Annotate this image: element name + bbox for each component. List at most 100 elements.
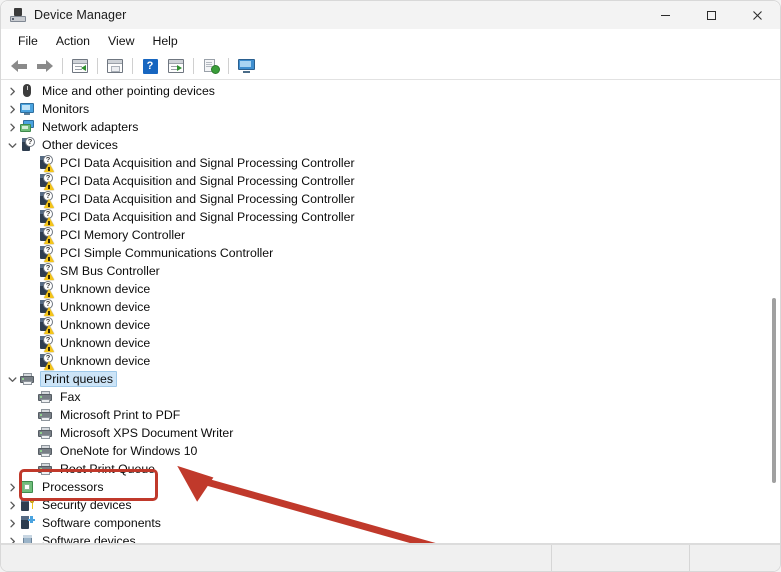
properties-button[interactable]: [102, 55, 128, 77]
tree-indent: [1, 141, 19, 150]
tree-item-label: PCI Data Acquisition and Signal Processi…: [60, 174, 355, 188]
console-tree-icon: [72, 59, 88, 73]
toolbar-separator: [97, 58, 98, 74]
status-pane-2: [552, 545, 690, 571]
tree-indent: [1, 375, 19, 384]
tree-item-software-components[interactable]: Software components: [1, 514, 780, 532]
tree-item-label: Microsoft Print to PDF: [60, 408, 181, 422]
tree-item-label: SM Bus Controller: [60, 264, 160, 278]
tree-indent: [1, 483, 19, 492]
chevron-right-icon[interactable]: [5, 483, 19, 492]
tree-item-unknown-device-4[interactable]: ? Unknown device: [1, 334, 780, 352]
mouse-icon: [19, 83, 35, 99]
menu-help[interactable]: Help: [143, 31, 186, 51]
tree-indent: [1, 87, 19, 96]
minimize-button[interactable]: [642, 1, 688, 29]
tree-item-label: Unknown device: [60, 336, 151, 350]
tree-indent: [1, 537, 19, 543]
tree-item-pci-data-acquisition-4[interactable]: ? PCI Data Acquisition and Signal Process…: [1, 208, 780, 226]
chevron-right-icon[interactable]: [5, 537, 19, 543]
unknown-device-warning-icon: ?: [37, 335, 54, 352]
toolbar-separator: [228, 58, 229, 74]
tree-item-pci-data-acquisition-3[interactable]: ? PCI Data Acquisition and Signal Process…: [1, 190, 780, 208]
tree-item-label: Software devices: [42, 534, 136, 544]
menu-action[interactable]: Action: [47, 31, 99, 51]
chevron-down-icon[interactable]: [5, 141, 19, 150]
chevron-right-icon[interactable]: [5, 501, 19, 510]
back-arrow-icon: [11, 59, 27, 73]
printer-icon: [37, 407, 53, 423]
software-component-icon: [19, 515, 35, 531]
tree-item-label: PCI Data Acquisition and Signal Processi…: [60, 156, 355, 170]
tree-item-print-queues[interactable]: Print queues: [1, 370, 780, 388]
tree-item-microsoft-xps-document-writer[interactable]: Microsoft XPS Document Writer: [1, 424, 780, 442]
device-manager-window: Device Manager File Action View Help ? M…: [0, 0, 781, 572]
tree-item-software-devices[interactable]: Software devices: [1, 532, 780, 544]
help-button[interactable]: ?: [137, 55, 163, 77]
vertical-scrollbar-thumb[interactable]: [772, 298, 776, 483]
tree-item-pci-data-acquisition-2[interactable]: ? PCI Data Acquisition and Signal Process…: [1, 172, 780, 190]
menu-file[interactable]: File: [9, 31, 47, 51]
tree-item-label: Other devices: [42, 138, 118, 152]
display-button[interactable]: [233, 55, 259, 77]
tree-item-label: Unknown device: [60, 354, 151, 368]
maximize-button[interactable]: [688, 1, 734, 29]
unknown-device-warning-icon: ?: [37, 299, 54, 316]
menu-view[interactable]: View: [99, 31, 143, 51]
tree-item-fax[interactable]: Fax: [1, 388, 780, 406]
forward-button[interactable]: [32, 55, 58, 77]
device-tree[interactable]: Mice and other pointing devices Monitors N…: [1, 80, 780, 543]
tree-item-other-devices[interactable]: ? Other devices: [1, 136, 780, 154]
chevron-right-icon[interactable]: [5, 519, 19, 528]
tree-item-label: Print queues: [40, 371, 118, 387]
window-title: Device Manager: [34, 8, 127, 22]
tree-item-unknown-device-2[interactable]: ? Unknown device: [1, 298, 780, 316]
chevron-right-icon[interactable]: [5, 123, 19, 132]
unknown-device-warning-icon: ?: [37, 173, 54, 190]
unknown-device-warning-icon: ?: [37, 245, 54, 262]
tree-item-pci-data-acquisition-1[interactable]: ? PCI Data Acquisition and Signal Process…: [1, 154, 780, 172]
tree-item-label: Network adapters: [42, 120, 139, 134]
tree-item-network-adapters[interactable]: Network adapters: [1, 118, 780, 136]
tree-item-label: Root Print Queue: [60, 462, 156, 476]
unknown-device-warning-icon: ?: [37, 317, 54, 334]
unknown-device-warning-icon: ?: [37, 281, 54, 298]
tree-item-label: PCI Memory Controller: [60, 228, 186, 242]
show-hide-console-tree-button[interactable]: [67, 55, 93, 77]
tree-item-root-print-queue[interactable]: Root Print Queue: [1, 460, 780, 478]
device-tree-panel: Mice and other pointing devices Monitors N…: [1, 80, 780, 544]
tree-item-pci-memory-controller[interactable]: ? PCI Memory Controller: [1, 226, 780, 244]
window-controls: [642, 1, 780, 29]
tree-item-monitors[interactable]: Monitors: [1, 100, 780, 118]
tree-item-processors[interactable]: Processors: [1, 478, 780, 496]
unknown-device-warning-icon: ?: [37, 155, 54, 172]
update-driver-button[interactable]: [163, 55, 189, 77]
tree-item-label: Monitors: [42, 102, 90, 116]
status-bar: [1, 544, 780, 571]
scan-hardware-icon: [203, 58, 220, 74]
tree-indent: [1, 501, 19, 510]
tree-item-security-devices[interactable]: Security devices: [1, 496, 780, 514]
printer-icon: [37, 443, 53, 459]
tree-item-unknown-device-1[interactable]: ? Unknown device: [1, 280, 780, 298]
printer-icon: [37, 461, 53, 477]
chevron-right-icon[interactable]: [5, 87, 19, 96]
toolbar: ?: [1, 53, 780, 80]
network-adapter-icon: [19, 119, 35, 135]
printer-icon: [19, 371, 35, 387]
tree-item-unknown-device-5[interactable]: ? Unknown device: [1, 352, 780, 370]
unknown-device-icon: ?: [19, 137, 35, 153]
chevron-right-icon[interactable]: [5, 105, 19, 114]
tree-item-microsoft-print-to-pdf[interactable]: Microsoft Print to PDF: [1, 406, 780, 424]
vertical-scrollbar[interactable]: [767, 80, 780, 543]
tree-item-sm-bus-controller[interactable]: ? SM Bus Controller: [1, 262, 780, 280]
tree-item-onenote-for-windows-10[interactable]: OneNote for Windows 10: [1, 442, 780, 460]
scan-for-hardware-changes-button[interactable]: [198, 55, 224, 77]
close-button[interactable]: [734, 1, 780, 29]
back-button[interactable]: [6, 55, 32, 77]
chevron-down-icon[interactable]: [5, 375, 19, 384]
tree-item-label: Fax: [60, 390, 81, 404]
tree-item-unknown-device-3[interactable]: ? Unknown device: [1, 316, 780, 334]
tree-item-pci-simple-communications-controller[interactable]: ? PCI Simple Communications Controller: [1, 244, 780, 262]
tree-item-mice-and-other-pointing-devices[interactable]: Mice and other pointing devices: [1, 82, 780, 100]
